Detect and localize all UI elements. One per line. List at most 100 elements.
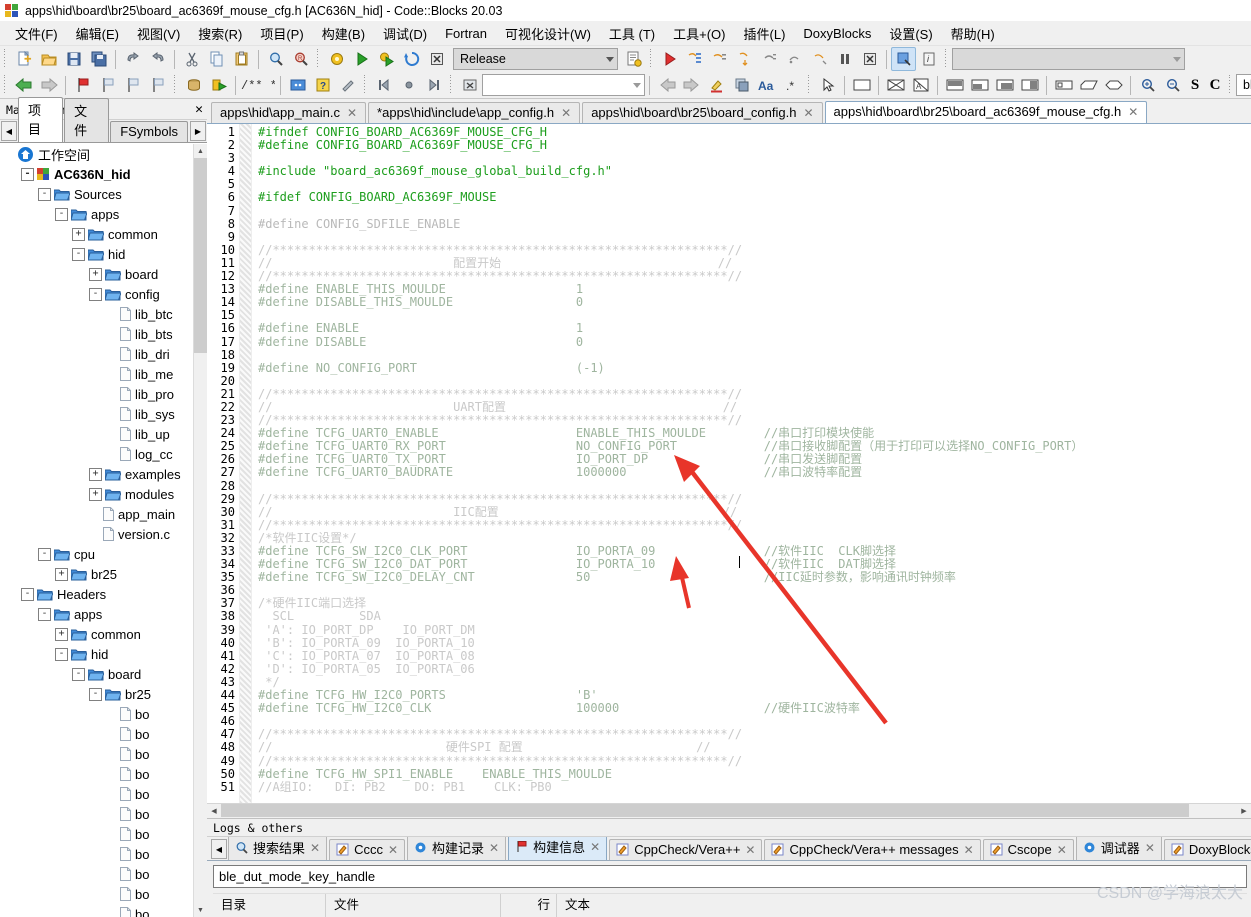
debug-stop-button[interactable] — [857, 47, 882, 71]
replace-button[interactable]: R — [288, 47, 313, 71]
tab-projects[interactable]: 项目 — [18, 97, 64, 142]
fortran-jump-next-button[interactable] — [421, 73, 446, 97]
tree-item-bo[interactable]: bo — [0, 884, 207, 904]
save-button[interactable] — [61, 47, 86, 71]
copy-button[interactable] — [204, 47, 229, 71]
scrollbar-thumb[interactable] — [194, 158, 207, 353]
logs-tab-build-messages[interactable]: 构建信息 ✕ — [508, 837, 608, 860]
nav-back-button[interactable] — [11, 73, 36, 97]
debug-step-into-button[interactable] — [732, 47, 757, 71]
scroll-right-icon[interactable]: ▶ — [1237, 804, 1251, 817]
code-line[interactable]: #define TCFG_HW_I2C0_CLK 100000 //硬件IIC波… — [252, 702, 1251, 715]
menu-item-edit[interactable]: 编辑(E) — [67, 22, 128, 45]
code-line[interactable]: 'D': IO_PORTA_05 IO_PORTA_06 — [252, 662, 1251, 676]
tree-item-hid[interactable]: - hid — [0, 244, 207, 264]
toolbar-grip-5[interactable] — [2, 75, 9, 95]
logs-tab-cppcheck-vera-messages[interactable]: CppCheck/Vera++ messages ✕ — [764, 839, 981, 860]
menu-item-settings[interactable]: 设置(S) — [880, 22, 941, 45]
toolbar-grip-2[interactable] — [315, 49, 322, 69]
tree-toggle-icon[interactable]: - — [38, 187, 51, 201]
tree-toggle-icon[interactable]: + — [89, 467, 102, 481]
tree-item-board[interactable]: + board — [0, 264, 207, 284]
regex-button[interactable]: .* — [779, 73, 804, 97]
code-line[interactable]: //A组IO: DI: PB2 DO: PB1 CLK: PB0 — [252, 780, 1251, 794]
menu-item-search[interactable]: 搜索(R) — [189, 22, 251, 45]
menu-item-plugins[interactable]: 插件(L) — [735, 22, 795, 45]
column-header-file[interactable]: 文件 — [326, 894, 501, 917]
menu-item-tools-plus[interactable]: 工具+(O) — [664, 22, 734, 45]
code-line[interactable]: #define TCFG_HW_SPI1_ENABLE ENABLE_THIS_… — [252, 767, 1251, 781]
editor-tab-app-config-h[interactable]: *apps\hid\include\app_config.h ✕ — [368, 102, 581, 123]
close-icon[interactable]: ✕ — [803, 106, 813, 120]
tree-item-bo[interactable]: bo — [0, 804, 207, 824]
code-line[interactable]: SCL SDA — [252, 610, 1251, 623]
code-line[interactable] — [252, 375, 1251, 388]
toolbar-grip[interactable] — [2, 49, 9, 69]
code-line[interactable]: //**************************************… — [252, 492, 1251, 506]
editor-horizontal-scrollbar[interactable]: ◀ ▶ — [207, 803, 1251, 818]
column-header-line[interactable]: 行 — [501, 894, 557, 917]
tree-item-lib_me[interactable]: lib_me — [0, 364, 207, 384]
clear-bookmarks-button[interactable] — [145, 73, 170, 97]
close-icon[interactable]: ✕ — [1057, 843, 1067, 857]
tree-item-ac636n_hid[interactable]: - AC636N_hid — [0, 164, 207, 184]
code-line[interactable] — [252, 584, 1251, 597]
tree-toggle-icon[interactable]: - — [55, 647, 68, 661]
code-line[interactable] — [252, 205, 1251, 218]
tree-toggle-icon[interactable]: - — [89, 287, 102, 301]
build-target-select[interactable]: Release — [453, 48, 618, 70]
wxsmith-flexgrid-button[interactable]: A — [908, 73, 933, 97]
toolbar-grip-7[interactable] — [362, 75, 369, 95]
highlight-button[interactable] — [704, 73, 729, 97]
doxyblocks-settings-button[interactable] — [335, 73, 360, 97]
wxsmith-wrapsizer-button[interactable] — [1076, 73, 1101, 97]
tree-item-bo[interactable]: bo — [0, 824, 207, 844]
editor-tab-board-config-h[interactable]: apps\hid\board\br25\board_config.h ✕ — [582, 102, 823, 123]
code-line[interactable]: // IIC配置 // — [252, 505, 1251, 519]
menu-item-doxyblocks[interactable]: DoxyBlocks — [794, 24, 880, 43]
wxsmith-splitter-button[interactable] — [1017, 73, 1042, 97]
code-line[interactable]: //**************************************… — [252, 243, 1251, 257]
tree-toggle-icon[interactable]: - — [38, 547, 51, 561]
code-line[interactable]: //**************************************… — [252, 387, 1251, 401]
code-line[interactable]: //**************************************… — [252, 518, 1251, 532]
debugging-info-button[interactable]: i — [916, 47, 941, 71]
menu-item-project[interactable]: 项目(P) — [251, 22, 312, 45]
doxyblocks-extract-button[interactable] — [181, 73, 206, 97]
tree-item-bo[interactable]: bo — [0, 704, 207, 724]
doxyblocks-comment-button[interactable]: /** *< — [240, 73, 276, 97]
build-button[interactable] — [324, 47, 349, 71]
tree-item-bo[interactable]: bo — [0, 764, 207, 784]
tabs-scroll-right-icon[interactable]: ▶ — [189, 121, 206, 141]
tab-fsymbols[interactable]: FSymbols — [110, 121, 188, 142]
menu-item-fortran[interactable]: Fortran — [436, 24, 496, 43]
tree-item-[interactable]: 工作空间 — [0, 144, 207, 164]
debug-step-instruction-button[interactable] — [807, 47, 832, 71]
code-line[interactable]: #define TCFG_SW_I2C0_DELAY_CNT 50 //IIC延… — [252, 571, 1251, 584]
tree-item-config[interactable]: - config — [0, 284, 207, 304]
tree-scrollbar[interactable]: ▲ ▼ — [193, 144, 207, 917]
select-all-occurrences-button[interactable] — [729, 73, 754, 97]
zoom-in-button[interactable] — [1135, 73, 1160, 97]
toolbar-grip-8[interactable] — [448, 75, 455, 95]
tree-toggle-icon[interactable]: - — [38, 607, 51, 621]
code-line[interactable]: 'A': IO_PORT_DP IO_PORT_DM — [252, 623, 1251, 637]
nav-forward-button[interactable] — [36, 73, 61, 97]
tree-item-sources[interactable]: - Sources — [0, 184, 207, 204]
tree-toggle-icon[interactable]: - — [72, 667, 85, 681]
column-header-directory[interactable]: 目录 — [213, 894, 326, 917]
menu-item-help[interactable]: 帮助(H) — [942, 22, 1004, 45]
tree-item-log_cc[interactable]: log_cc — [0, 444, 207, 464]
scroll-up-icon[interactable]: ▲ — [194, 144, 207, 158]
doxyblocks-blockcomment-button[interactable] — [285, 73, 310, 97]
tree-toggle-icon[interactable]: + — [89, 267, 102, 281]
logs-tab-cppcheck-vera[interactable]: CppCheck/Vera++ ✕ — [609, 839, 763, 860]
tree-item-lib_pro[interactable]: lib_pro — [0, 384, 207, 404]
tabs-scroll-left-icon[interactable]: ◀ — [1, 121, 17, 141]
code-line[interactable] — [252, 349, 1251, 362]
tree-item-lib_up[interactable]: lib_up — [0, 424, 207, 444]
menu-item-build[interactable]: 构建(B) — [313, 22, 374, 45]
new-file-button[interactable]: ✚ — [11, 47, 36, 71]
code-line[interactable] — [252, 480, 1251, 493]
tree-toggle-icon[interactable]: - — [21, 167, 34, 181]
